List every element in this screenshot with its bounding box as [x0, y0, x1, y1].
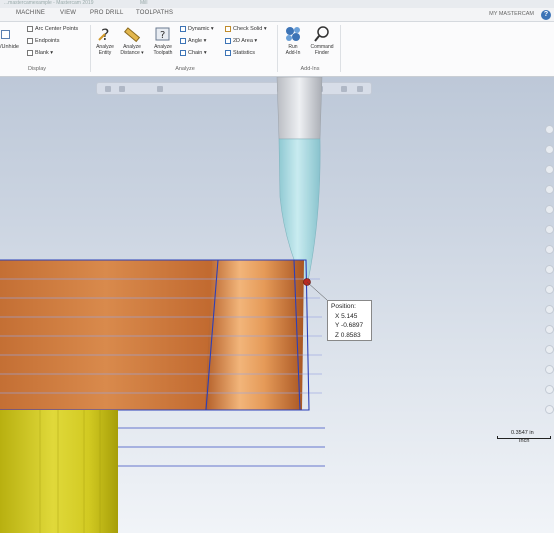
- dynamic-button[interactable]: Dynamic ▾: [180, 26, 214, 32]
- view-control-button[interactable]: [545, 205, 554, 214]
- view-control-button[interactable]: [545, 325, 554, 334]
- area-2d-button[interactable]: 2D Area ▾: [225, 38, 257, 44]
- chain-label: Chain ▾: [188, 50, 207, 56]
- statistics-button[interactable]: Statistics: [225, 50, 255, 56]
- statistics-icon: [225, 50, 231, 56]
- stock-model: [0, 410, 118, 533]
- position-readout: Position: X 5.145 Y -0.6897 Z 0.8583: [327, 300, 372, 341]
- svg-text:?: ?: [160, 30, 165, 41]
- arc-center-points-label: Arc Center Points: [35, 26, 79, 32]
- unhide-icon: [1, 30, 10, 39]
- view-control-button[interactable]: [545, 385, 554, 394]
- view-control-button[interactable]: [545, 145, 554, 154]
- arc-center-icon: [27, 26, 33, 32]
- tool-holder: [276, 77, 323, 140]
- title-strip: ...mastercamexample - Mastercam 2019 Mil…: [0, 0, 554, 8]
- ribbon-tab-bar: MACHINE VIEW PRO DRILL TOOLPATHS MY MAST…: [0, 8, 554, 22]
- display-group-label: Display: [27, 66, 47, 72]
- area-2d-label: 2D Area ▾: [233, 38, 258, 44]
- analyze-entity-line2: Entity: [98, 49, 112, 56]
- blank-button[interactable]: Blank ▾: [27, 50, 53, 56]
- view-control-button[interactable]: [545, 125, 554, 134]
- view-control-button[interactable]: [545, 185, 554, 194]
- unhide-button[interactable]: [1, 30, 10, 39]
- analyze-toolpath-button[interactable]: ? Analyze Toolpath: [149, 25, 177, 56]
- analyze-toolpath-line2: Toolpath: [153, 49, 173, 56]
- check-solid-button[interactable]: Check Solid ▾: [225, 26, 267, 32]
- run-addin-button[interactable]: Run Add-In: [281, 25, 305, 56]
- view-control-button[interactable]: [545, 405, 554, 414]
- analyze-distance-button[interactable]: Analyze Distance ▾: [118, 25, 146, 56]
- chain-lines: [118, 427, 325, 467]
- view-control-button[interactable]: [545, 225, 554, 234]
- angle-icon: [180, 38, 186, 44]
- analyze-group-label: Analyze: [175, 66, 195, 72]
- toolpath-icon: ?: [154, 25, 172, 43]
- svg-text:?: ?: [101, 25, 110, 43]
- view-control-button[interactable]: [545, 165, 554, 174]
- angle-label: Angle ▾: [188, 38, 207, 44]
- position-y: Y -0.6897: [335, 322, 364, 329]
- statistics-label: Statistics: [233, 50, 256, 56]
- scale-bar: 0.3547 in Inch: [497, 430, 551, 446]
- view-controls-rail: [544, 125, 554, 455]
- group-divider: [277, 25, 278, 72]
- my-mastercam-link[interactable]: MY MASTERCAM: [489, 11, 534, 17]
- copper-chamfer-face: [205, 260, 304, 410]
- addins-group-label: Add-Ins: [300, 66, 320, 72]
- help-icon[interactable]: ?: [541, 10, 551, 20]
- analyze-entity-button[interactable]: ? Analyze Entity: [93, 25, 117, 56]
- chain-button[interactable]: Chain ▾: [180, 50, 207, 56]
- tab-machine[interactable]: MACHINE: [16, 10, 45, 16]
- window-title: ...mastercamexample - Mastercam 2019: [4, 0, 94, 6]
- area-icon: [225, 38, 231, 44]
- endpoints-icon: [27, 38, 33, 44]
- search-icon: [313, 25, 331, 43]
- blank-label: Blank ▾: [35, 50, 54, 56]
- analyze-distance-line2: Distance ▾: [120, 49, 144, 56]
- check-solid-icon: [225, 26, 231, 32]
- arc-center-points-button[interactable]: Arc Center Points: [27, 26, 78, 32]
- copper-part-body: [0, 260, 212, 410]
- tab-toolpaths[interactable]: TOOLPATHS: [136, 10, 173, 16]
- group-divider: [340, 25, 341, 72]
- group-divider: [90, 25, 91, 72]
- view-control-button[interactable]: [545, 345, 554, 354]
- angle-button[interactable]: Angle ▾: [180, 38, 206, 44]
- unhide-label: /Unhide: [0, 44, 19, 50]
- tab-view[interactable]: VIEW: [60, 10, 76, 16]
- scene-graphics: [0, 77, 328, 533]
- view-control-button[interactable]: [545, 245, 554, 254]
- blank-icon: [27, 50, 33, 56]
- window-mode: Mill: [140, 0, 148, 6]
- endpoints-button[interactable]: Endpoints: [27, 38, 59, 44]
- position-title: Position:: [331, 303, 356, 310]
- view-control-button[interactable]: [545, 285, 554, 294]
- check-solid-label: Check Solid ▾: [233, 26, 267, 32]
- tab-pro-drill[interactable]: PRO DRILL: [90, 10, 123, 16]
- puzzle-icon: [284, 25, 302, 43]
- position-z: Z 0.8583: [335, 331, 361, 339]
- unhide-label-button[interactable]: /Unhide: [0, 44, 19, 50]
- position-x: X 5.145: [335, 312, 358, 320]
- command-finder-button[interactable]: Command Finder: [308, 25, 336, 56]
- ribbon: /Unhide Arc Center Points Endpoints Blan…: [0, 22, 554, 77]
- endpoints-label: Endpoints: [35, 38, 60, 44]
- scale-unit: Inch: [519, 438, 530, 444]
- view-control-button[interactable]: [545, 305, 554, 314]
- graphics-viewport[interactable]: Position: X 5.145 Y -0.6897 Z 0.8583 0.3…: [0, 77, 554, 533]
- question-icon: ?: [96, 25, 114, 44]
- ruler-icon: [123, 25, 141, 43]
- dynamic-label: Dynamic ▾: [188, 26, 214, 32]
- view-control-button[interactable]: [545, 265, 554, 274]
- view-control-button[interactable]: [545, 365, 554, 374]
- chain-icon: [180, 50, 186, 56]
- command-finder-line2: Finder: [314, 49, 330, 56]
- dynamic-icon: [180, 26, 186, 32]
- run-addin-line2: Add-In: [285, 49, 301, 56]
